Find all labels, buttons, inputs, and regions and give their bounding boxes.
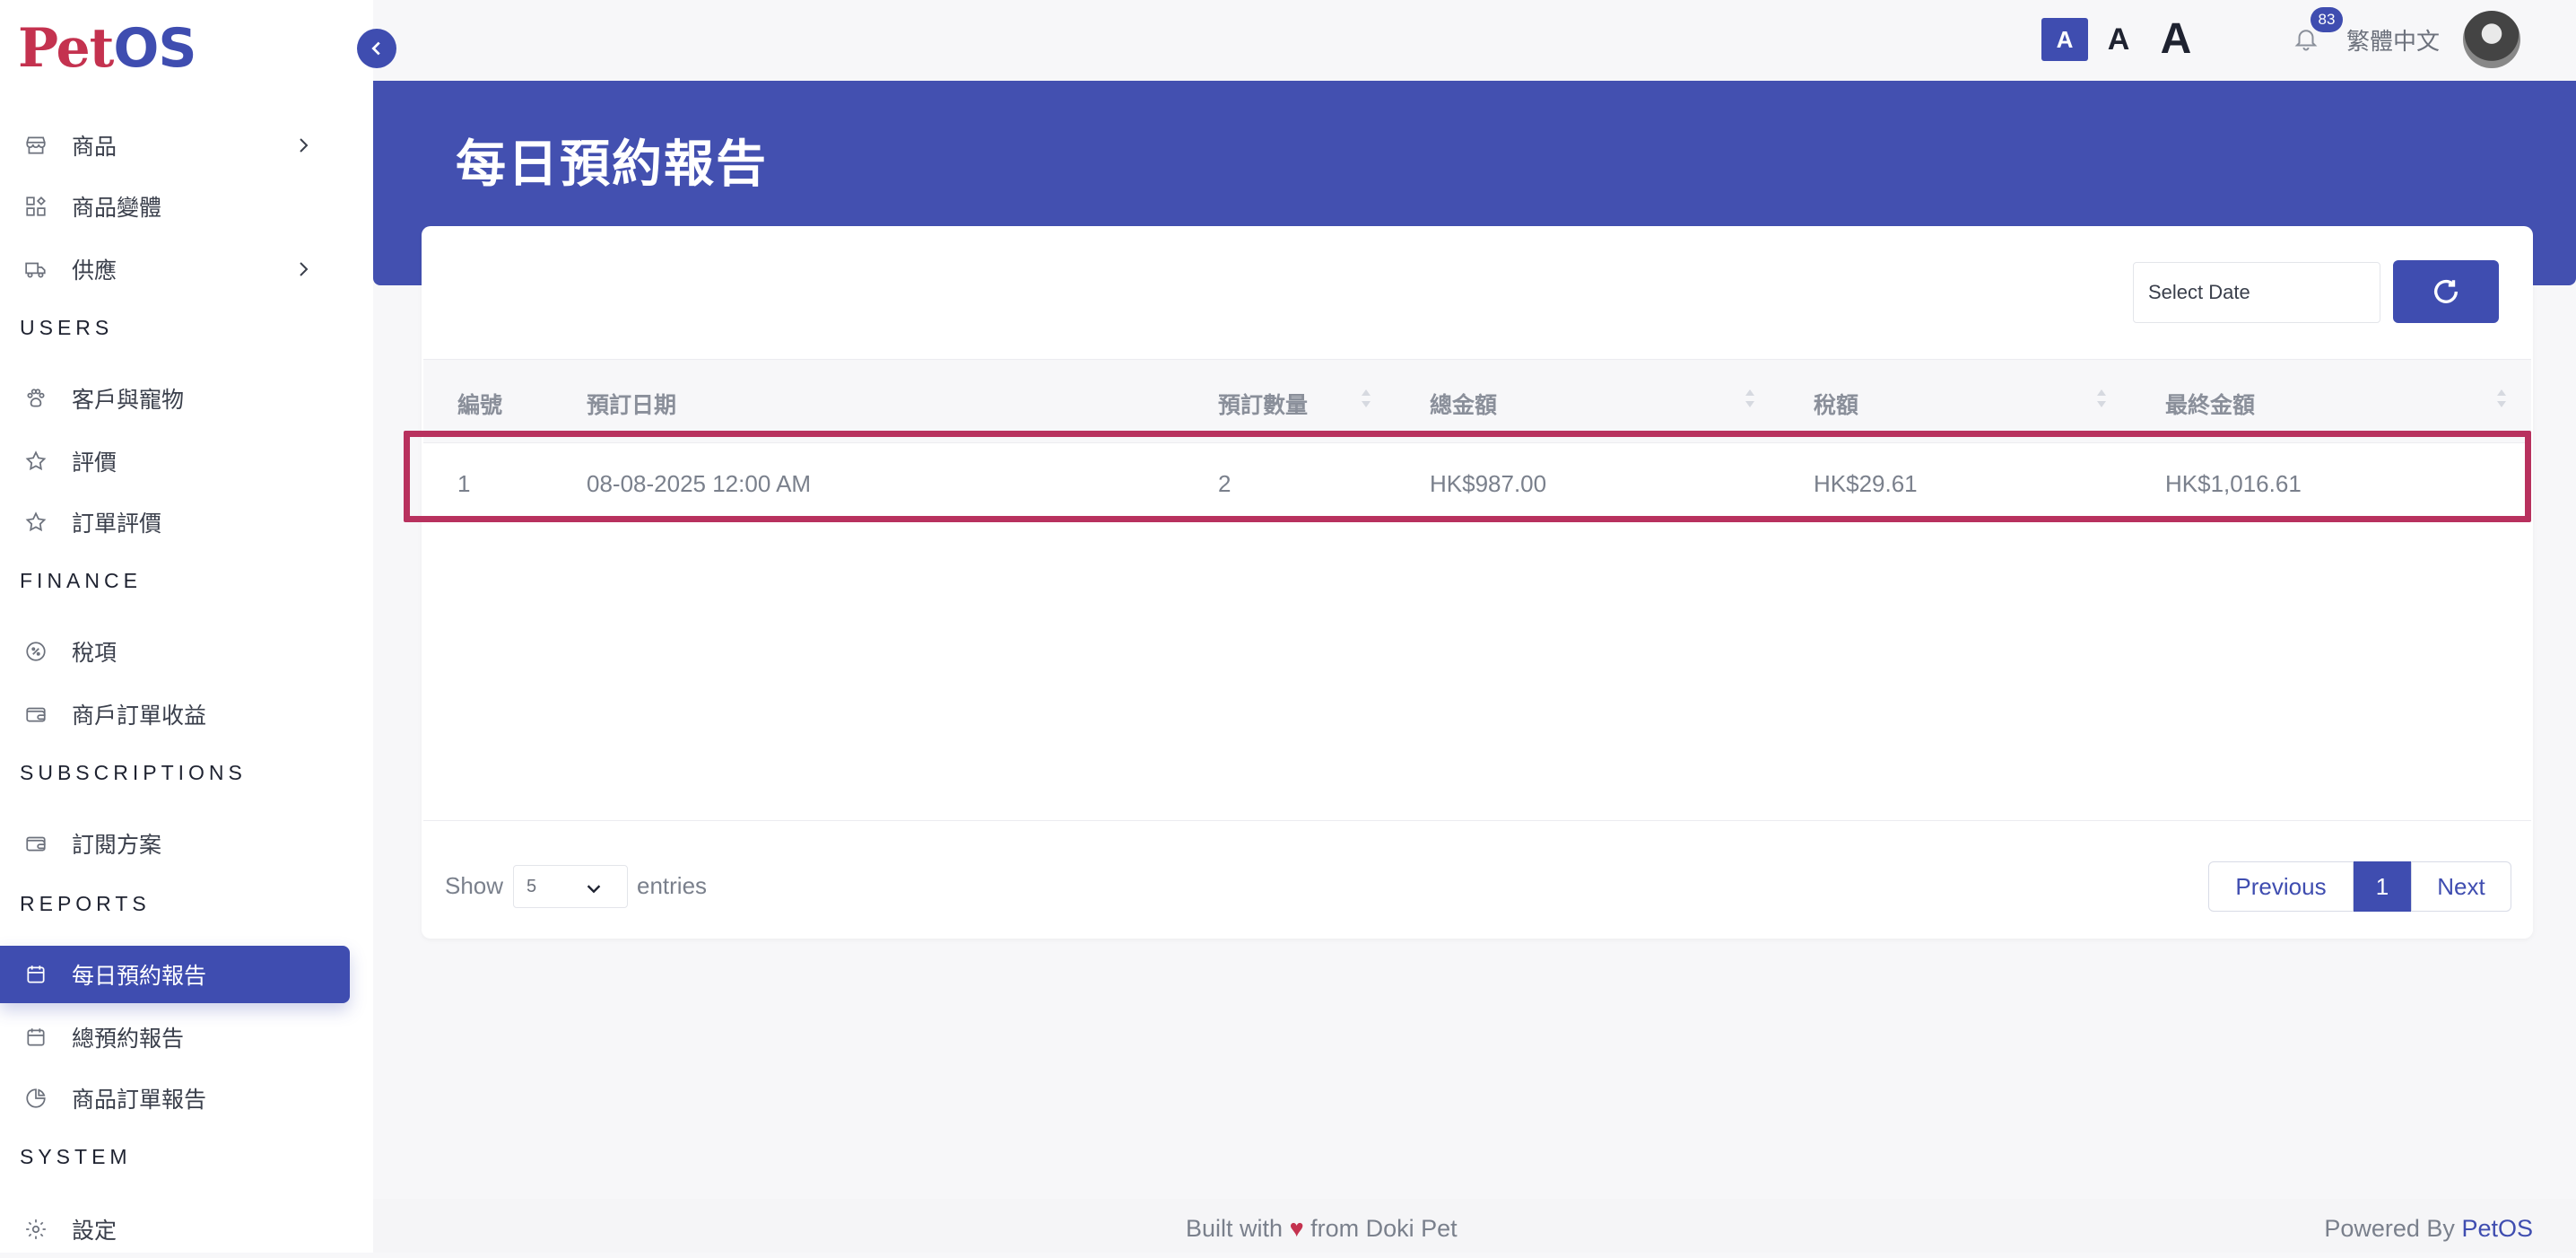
truck-icon [23,257,48,282]
sidebar-item-settings[interactable]: 設定 [0,1201,350,1258]
collapse-sidebar-button[interactable] [357,29,396,68]
font-size-large-button[interactable]: A [2151,13,2201,65]
sidebar-item-label: 稅項 [72,641,117,666]
sidebar-item-customers-pets[interactable]: 客戶與寵物 [0,370,350,427]
previous-page-button[interactable]: Previous [2208,861,2354,912]
sidebar-item-label: 供應 [72,258,117,284]
powered-brand-link[interactable]: PetOS [2461,1215,2533,1242]
report-card [422,226,2533,939]
wallet-icon [23,702,48,727]
sidebar-item-tax[interactable]: 稅項 [0,623,350,680]
section-users: USERS [20,316,114,339]
sidebar-item-product-variants[interactable]: 商品變體 [0,178,350,235]
show-label: Show [445,872,504,899]
sidebar-item-label: 設定 [72,1219,117,1244]
refresh-button[interactable] [2393,260,2499,323]
column-header-booking-count[interactable]: 預訂數量 [1218,388,1308,420]
sidebar: PetOS 商品 商品變體 供應 USERS 客戶與寵物 評價 訂單評價 FIN… [0,0,373,1253]
sidebar-item-label: 每日預約報告 [72,964,207,989]
chevron-right-icon [300,262,309,276]
page-title: 每日預約報告 [456,135,768,192]
sidebar-item-daily-booking-report[interactable]: 每日預約報告 [0,946,350,1003]
chevron-right-icon [300,138,309,153]
sidebar-item-label: 訂閱方案 [72,833,162,858]
paw-icon [23,386,48,411]
refresh-icon [2433,279,2459,303]
sidebar-item-merchant-revenue[interactable]: 商戶訂單收益 [0,686,350,743]
heart-icon: ♥ [1289,1215,1304,1242]
pagination: Previous 1 Next [2208,861,2511,912]
powered-by-text: Powered By PetOS [2324,1215,2533,1243]
column-header-total-amount[interactable]: 總金額 [1430,388,1497,420]
chevron-down-icon [587,885,601,894]
row-highlight-box [404,431,2531,522]
sidebar-item-label: 總預約報告 [72,1026,185,1052]
section-system: SYSTEM [20,1145,132,1168]
sidebar-item-product-order-report[interactable]: 商品訂單報告 [0,1070,350,1127]
store-icon [23,133,48,158]
built-prefix: Built with [1186,1215,1284,1242]
built-with-text: Built with ♥ from Doki Pet [1186,1215,1458,1243]
font-size-small-button[interactable]: A [2041,18,2088,61]
sort-icon[interactable] [1744,384,1756,413]
section-finance: FINANCE [20,569,142,592]
entries-per-page-select[interactable]: 5 [513,865,628,908]
language-selector[interactable]: 繁體中文 [2346,23,2440,57]
calendar-icon [23,962,48,987]
notification-badge: 83 [2311,7,2343,32]
column-header-tax[interactable]: 稅額 [1814,388,1858,420]
table-divider [423,820,2531,821]
sidebar-item-label: 商品 [72,135,117,160]
next-page-button[interactable]: Next [2411,861,2511,912]
sidebar-item-order-reviews[interactable]: 訂單評價 [0,494,350,551]
entries-label: entries [637,872,708,899]
pie-chart-icon [23,1086,48,1111]
sidebar-item-reviews[interactable]: 評價 [0,432,350,490]
font-size-medium-button[interactable]: A [2095,18,2142,61]
tax-icon [23,639,48,664]
page-footer [373,1199,2576,1253]
sidebar-item-products[interactable]: 商品 [0,117,350,174]
star-icon [23,510,48,535]
sidebar-item-subscription-plans[interactable]: 訂閱方案 [0,815,350,872]
sidebar-item-label: 客戶與寵物 [72,388,185,413]
avatar[interactable] [2463,11,2520,68]
sort-icon[interactable] [1360,384,1372,413]
logo-text-os: OS [113,17,196,80]
section-subscriptions: SUBSCRIPTIONS [20,761,247,784]
logo-text-pet: Pet [18,17,114,80]
petos-logo[interactable]: PetOS [18,16,197,81]
wallet-icon [23,831,48,856]
column-header-final-amount[interactable]: 最終金額 [2165,388,2255,420]
page-number-button[interactable]: 1 [2354,861,2411,912]
built-suffix: from Doki Pet [1310,1215,1458,1242]
sidebar-item-label: 商品訂單報告 [72,1088,207,1113]
section-reports: REPORTS [20,892,151,915]
sidebar-item-label: 評價 [72,450,117,476]
sidebar-item-label: 商品變體 [72,196,162,221]
entries-value: 5 [527,876,537,896]
sort-icon[interactable] [2095,384,2108,413]
sidebar-item-label: 商戶訂單收益 [72,703,207,729]
sidebar-item-supply[interactable]: 供應 [0,240,350,298]
sidebar-item-total-booking-report[interactable]: 總預約報告 [0,1009,350,1066]
star-icon [23,449,48,474]
calendar-icon [23,1025,48,1050]
column-header-id[interactable]: 編號 [457,388,502,420]
gear-icon [23,1217,48,1242]
sort-icon[interactable] [2495,384,2508,413]
date-picker-input[interactable] [2133,262,2380,323]
chevron-left-icon [371,41,380,56]
column-header-booking-date[interactable]: 預訂日期 [587,388,676,420]
sidebar-item-label: 訂單評價 [72,511,162,537]
powered-prefix: Powered By [2324,1215,2455,1242]
variants-icon [23,194,48,219]
